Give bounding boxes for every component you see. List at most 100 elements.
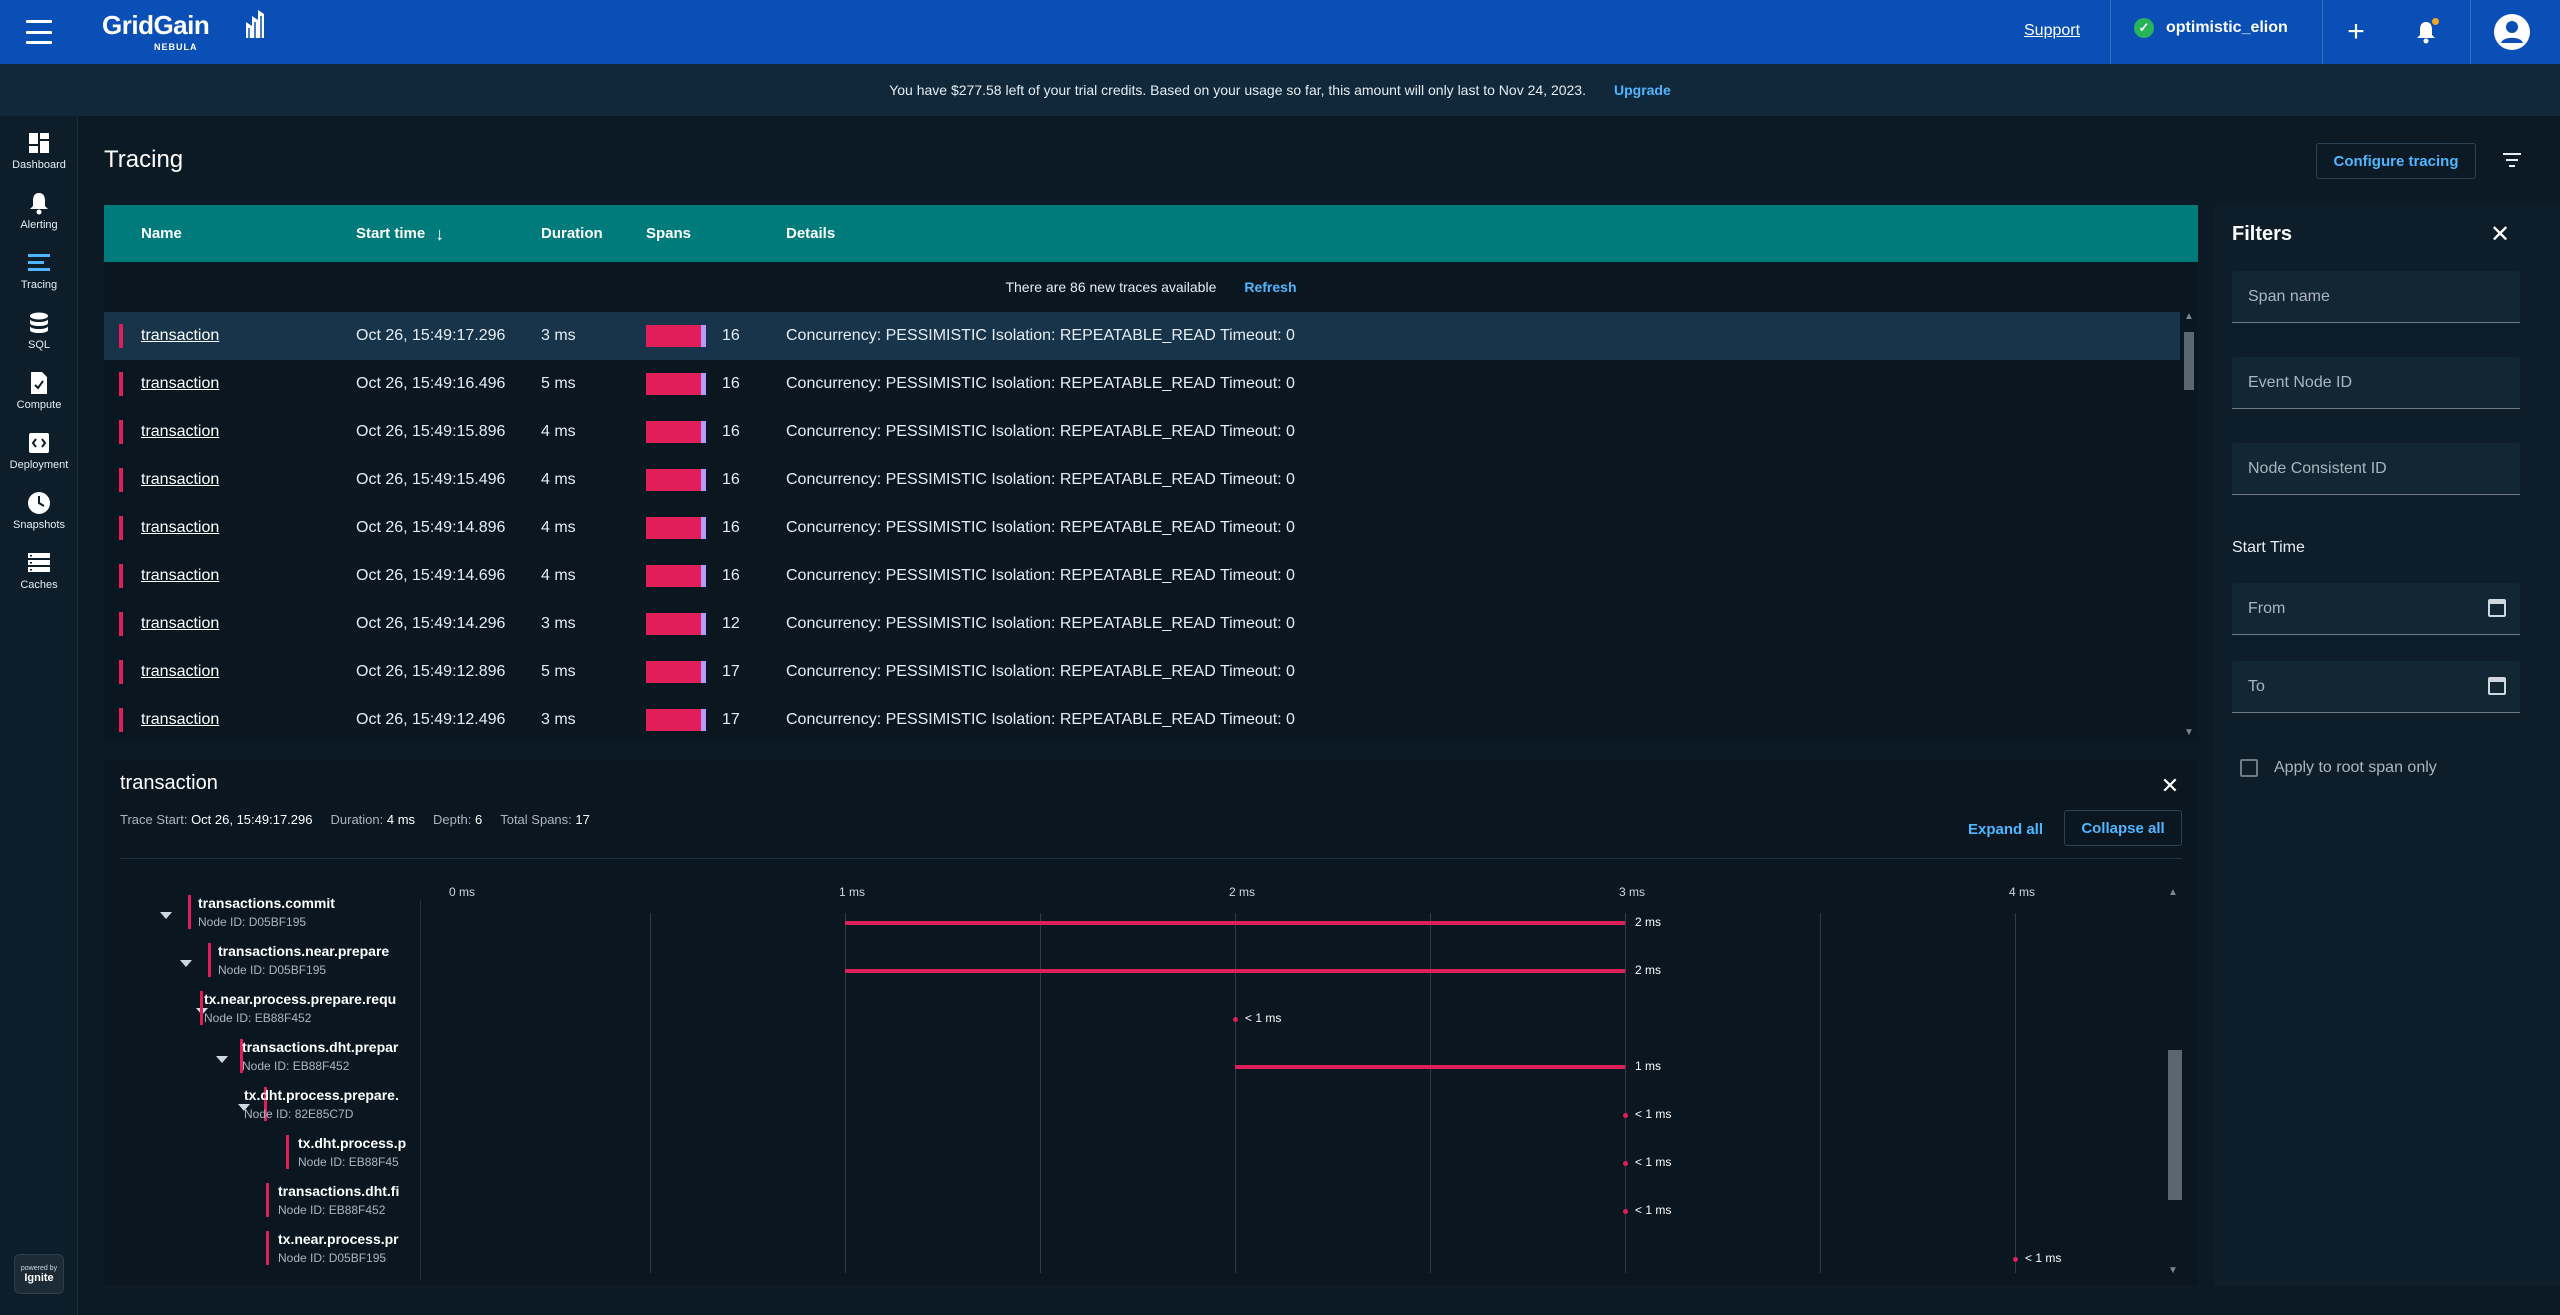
- nav-item-deployment[interactable]: Deployment: [0, 430, 78, 486]
- nav-item-sql[interactable]: SQL: [0, 310, 78, 366]
- span-point-marker[interactable]: [1623, 1161, 1628, 1166]
- table-row[interactable]: transaction Oct 26, 15:49:14.896 4 ms 16 Con…: [104, 504, 2180, 552]
- trace-name-link[interactable]: transaction: [141, 567, 219, 585]
- apply-root-span-checkbox[interactable]: Apply to root span only: [2240, 759, 2437, 777]
- table-row[interactable]: transaction Oct 26, 15:49:15.496 4 ms 16 Con…: [104, 456, 2180, 504]
- table-row[interactable]: transaction Oct 26, 15:49:16.496 5 ms 16 Con…: [104, 360, 2180, 408]
- close-icon[interactable]: ✕: [2158, 774, 2182, 798]
- scrollbar-thumb[interactable]: [2184, 332, 2194, 390]
- nav-item-alerting[interactable]: Alerting: [0, 190, 78, 246]
- trace-marker: [119, 516, 123, 540]
- span-name: tx.dht.process.prepare.: [244, 1087, 399, 1103]
- nav-item-snapshots[interactable]: Snapshots: [0, 490, 78, 546]
- trace-name-link[interactable]: transaction: [141, 663, 219, 681]
- timeline-gridline: [1820, 913, 1821, 1273]
- scrollbar-thumb[interactable]: [2168, 1050, 2182, 1200]
- expand-all-button[interactable]: Expand all: [1954, 812, 2057, 846]
- span-tree-row[interactable]: transactions.dht.prepar Node ID: EB88F452: [104, 1039, 414, 1087]
- scroll-down-icon[interactable]: ▼: [2184, 728, 2194, 738]
- gridgain-logo[interactable]: GridGain NEBULA: [102, 10, 264, 52]
- event-node-id-input[interactable]: Event Node ID: [2232, 357, 2520, 409]
- node-consistent-id-input[interactable]: Node Consistent ID: [2232, 443, 2520, 495]
- from-date-input[interactable]: From: [2232, 583, 2520, 635]
- span-point-marker[interactable]: [1233, 1017, 1238, 1022]
- span-node-id: Node ID: D05BF195: [278, 1251, 387, 1265]
- span-tree-row[interactable]: tx.dht.process.p Node ID: EB88F45: [104, 1135, 414, 1183]
- trace-name-link[interactable]: transaction: [141, 711, 219, 729]
- spans-bar: [646, 373, 706, 395]
- to-date-input[interactable]: To: [2232, 661, 2520, 713]
- top-bar: GridGain NEBULA Support ✓ optimistic_eli…: [0, 0, 2560, 64]
- detail-scrollbar[interactable]: ▲ ▼: [2166, 888, 2182, 1278]
- table-row[interactable]: transaction Oct 26, 15:49:12.496 3 ms 17 Con…: [104, 696, 2180, 744]
- upgrade-link[interactable]: Upgrade: [1614, 82, 1671, 98]
- trace-name-link[interactable]: transaction: [141, 471, 219, 489]
- scroll-up-icon[interactable]: ▲: [2168, 888, 2178, 898]
- scroll-down-icon[interactable]: ▼: [2168, 1266, 2178, 1276]
- caret-down-icon[interactable]: [216, 1056, 228, 1063]
- span-name-input[interactable]: Span name: [2232, 271, 2520, 323]
- notifications-bell-icon[interactable]: [2410, 16, 2442, 48]
- span-name: tx.near.process.pr: [278, 1231, 399, 1247]
- support-link[interactable]: Support: [2024, 22, 2080, 40]
- trace-name-link[interactable]: transaction: [141, 375, 219, 393]
- span-duration-bar[interactable]: [845, 969, 1625, 973]
- col-start-time[interactable]: Start time ↓: [356, 225, 444, 243]
- nav-label: Compute: [16, 399, 62, 411]
- span-duration-label: < 1 ms: [1635, 1203, 1672, 1217]
- checkbox-icon[interactable]: [2240, 759, 2258, 777]
- caret-down-icon[interactable]: [160, 912, 172, 919]
- nav-item-compute[interactable]: Compute: [0, 370, 78, 426]
- span-node-id: Node ID: EB88F452: [278, 1203, 386, 1217]
- start-time-label: Start Time: [2232, 539, 2305, 556]
- span-duration-bar[interactable]: [845, 921, 1625, 925]
- nav-item-caches[interactable]: Caches: [0, 550, 78, 606]
- span-tree-row[interactable]: transactions.near.prepare Node ID: D05BF1…: [104, 943, 414, 991]
- trace-span-count: 16: [722, 519, 740, 536]
- trace-name-link[interactable]: transaction: [141, 615, 219, 633]
- table-row[interactable]: transaction Oct 26, 15:49:12.896 5 ms 17 Con…: [104, 648, 2180, 696]
- table-row[interactable]: transaction Oct 26, 15:49:14.296 3 ms 12 Con…: [104, 600, 2180, 648]
- cluster-selector[interactable]: ✓ optimistic_elion: [2134, 18, 2288, 38]
- span-point-marker[interactable]: [1623, 1209, 1628, 1214]
- scroll-up-icon[interactable]: ▲: [2184, 312, 2194, 322]
- configure-tracing-button[interactable]: Configure tracing: [2316, 143, 2476, 179]
- trace-name-link[interactable]: transaction: [141, 423, 219, 441]
- span-tree-row[interactable]: tx.near.process.pr Node ID: D05BF195: [104, 1231, 414, 1279]
- table-row[interactable]: transaction Oct 26, 15:49:17.296 3 ms 16 Con…: [104, 312, 2180, 360]
- col-spans[interactable]: Spans: [646, 225, 691, 242]
- account-icon[interactable]: [2494, 14, 2530, 50]
- span-tree-row[interactable]: tx.dht.process.prepare. Node ID: 82E85C7D: [104, 1087, 414, 1135]
- nav-item-dashboard[interactable]: Dashboard: [0, 130, 78, 186]
- span-tree-row[interactable]: tx.near.process.prepare.requ Node ID: EB8…: [104, 991, 414, 1039]
- table-row[interactable]: transaction Oct 26, 15:49:15.896 4 ms 16 Con…: [104, 408, 2180, 456]
- caret-down-icon[interactable]: [180, 960, 192, 967]
- close-icon[interactable]: ✕: [2486, 221, 2514, 249]
- timeline-gridline: [1235, 913, 1236, 1273]
- ignite-logo[interactable]: powered by Ignite: [14, 1254, 64, 1294]
- trace-start-time: Oct 26, 15:49:14.696: [356, 567, 506, 584]
- filter-icon[interactable]: [2500, 148, 2524, 172]
- table-row[interactable]: transaction Oct 26, 15:49:14.696 4 ms 16 Con…: [104, 552, 2180, 600]
- col-name[interactable]: Name: [141, 225, 182, 242]
- trace-name-link[interactable]: transaction: [141, 327, 219, 345]
- col-details[interactable]: Details: [786, 225, 835, 242]
- trace-duration: Duration: 4 ms: [331, 812, 416, 827]
- calendar-icon[interactable]: [2488, 677, 2506, 695]
- nav-item-tracing[interactable]: Tracing: [0, 250, 78, 306]
- collapse-all-button[interactable]: Collapse all: [2064, 810, 2182, 846]
- trace-start: Trace Start: Oct 26, 15:49:17.296: [120, 812, 313, 827]
- span-tree-row[interactable]: transactions.commit Node ID: D05BF195: [104, 895, 414, 943]
- span-point-marker[interactable]: [2013, 1257, 2018, 1262]
- table-scrollbar[interactable]: ▲ ▼: [2182, 312, 2196, 740]
- refresh-button[interactable]: Refresh: [1244, 279, 1296, 295]
- span-point-marker[interactable]: [1623, 1113, 1628, 1118]
- divider: [420, 900, 421, 1280]
- col-duration[interactable]: Duration: [541, 225, 603, 242]
- span-duration-bar[interactable]: [1235, 1065, 1625, 1069]
- span-tree-row[interactable]: transactions.dht.fi Node ID: EB88F452: [104, 1183, 414, 1231]
- trace-name-link[interactable]: transaction: [141, 519, 219, 537]
- calendar-icon[interactable]: [2488, 599, 2506, 617]
- menu-icon[interactable]: [26, 20, 52, 44]
- plus-icon[interactable]: +: [2340, 15, 2372, 48]
